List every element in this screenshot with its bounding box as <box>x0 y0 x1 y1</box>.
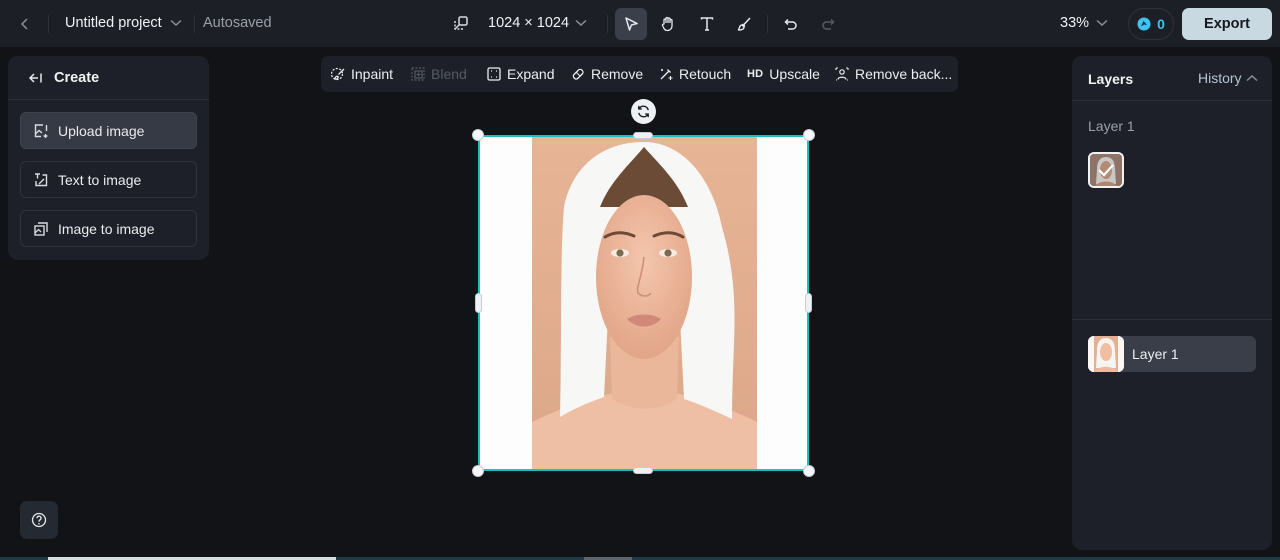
select-tool-button[interactable] <box>615 8 647 40</box>
resize-handle-bottom-right[interactable] <box>803 465 815 477</box>
undo-button[interactable] <box>775 8 807 40</box>
divider <box>767 15 768 33</box>
brush-tool-button[interactable] <box>728 8 760 40</box>
text-to-image-label: Text to image <box>58 171 142 188</box>
text-to-image-icon <box>33 172 49 188</box>
eraser-icon <box>571 67 585 81</box>
resize-handle-right[interactable] <box>805 293 812 313</box>
help-icon <box>31 512 47 528</box>
credits-count: 0 <box>1157 16 1165 32</box>
divider <box>48 15 49 33</box>
retouch-wand-icon <box>659 67 673 81</box>
chevron-down-icon[interactable] <box>573 15 589 31</box>
back-chevron-icon[interactable] <box>14 12 36 36</box>
remove-background-icon <box>835 67 849 81</box>
redo-button[interactable] <box>812 8 844 40</box>
checkmark-icon <box>1097 163 1115 177</box>
hand-tool-button[interactable] <box>652 8 684 40</box>
divider <box>194 15 195 33</box>
layer-thumbnail <box>1088 336 1124 372</box>
rotate-icon <box>636 104 651 119</box>
layers-panel: Layers History Layer 1 Layer 1 <box>1072 56 1272 550</box>
resize-handle-top-right[interactable] <box>803 129 815 141</box>
upscale-button[interactable]: HD Upscale <box>747 56 820 92</box>
create-panel-title: Create <box>54 69 100 86</box>
brush-icon <box>736 16 752 32</box>
image-to-image-button[interactable]: Image to image <box>20 210 197 247</box>
hand-icon <box>660 16 676 32</box>
upload-image-label: Upload image <box>58 122 145 139</box>
image-to-image-icon <box>33 221 49 237</box>
resize-handle-top[interactable] <box>633 132 653 139</box>
layer-row[interactable]: Layer 1 <box>1088 336 1256 372</box>
retouch-label: Retouch <box>679 66 732 82</box>
chevron-down-icon[interactable] <box>168 15 184 31</box>
remove-button[interactable]: Remove <box>571 56 643 92</box>
layer-group-label: Layer 1 <box>1088 118 1135 134</box>
remove-background-label: Remove back... <box>855 66 953 82</box>
portrait-photo <box>532 137 757 469</box>
expand-label: Expand <box>507 66 555 82</box>
edit-toolbar: Inpaint Blend Expand Remove Retouch HD U… <box>321 56 958 92</box>
tab-history-label: History <box>1198 70 1242 86</box>
tab-layers[interactable]: Layers <box>1088 71 1133 87</box>
redo-icon <box>820 16 836 32</box>
pointer-icon <box>623 16 639 32</box>
text-icon <box>699 16 715 32</box>
collapse-panel-icon[interactable] <box>28 71 44 85</box>
upload-image-button[interactable]: Upload image <box>20 112 197 149</box>
help-button[interactable] <box>20 501 58 539</box>
undo-icon <box>783 16 799 32</box>
credits-icon <box>1137 17 1151 31</box>
divider <box>607 15 608 33</box>
chevron-up-icon <box>1246 74 1258 82</box>
layer-name: Layer 1 <box>1132 346 1179 362</box>
resize-handle-bottom-left[interactable] <box>472 465 484 477</box>
export-button[interactable]: Export <box>1182 8 1272 40</box>
layer-thumbnail-selected[interactable] <box>1088 152 1124 188</box>
inpaint-label: Inpaint <box>351 66 394 82</box>
resize-handle-left[interactable] <box>475 293 482 313</box>
top-bar: Untitled project Autosaved 1024 × 1024 3… <box>0 0 1280 47</box>
rotate-button[interactable] <box>631 99 656 124</box>
remove-label: Remove <box>591 66 644 82</box>
text-tool-button[interactable] <box>691 8 723 40</box>
divider <box>1072 319 1272 320</box>
remove-background-button[interactable]: Remove back... <box>835 56 952 92</box>
blend-label: Blend <box>431 66 467 82</box>
canvas-image[interactable] <box>478 135 809 471</box>
inpaint-button[interactable]: Inpaint <box>331 56 393 92</box>
expand-icon <box>487 67 501 81</box>
blend-button[interactable]: Blend <box>411 56 467 92</box>
canvas-selection[interactable] <box>472 129 815 477</box>
retouch-button[interactable]: Retouch <box>659 56 731 92</box>
image-to-image-label: Image to image <box>58 220 155 237</box>
resize-canvas-icon[interactable] <box>451 13 471 33</box>
layers-panel-header: Layers History <box>1072 56 1272 101</box>
canvas-size-selector[interactable]: 1024 × 1024 <box>488 15 569 31</box>
upscale-label: Upscale <box>769 66 820 82</box>
create-panel-header[interactable]: Create <box>8 56 209 100</box>
chevron-down-icon[interactable] <box>1094 15 1110 31</box>
save-status: Autosaved <box>203 15 272 31</box>
credits-badge[interactable]: 0 <box>1128 8 1174 40</box>
resize-handle-bottom[interactable] <box>633 467 653 474</box>
text-to-image-button[interactable]: Text to image <box>20 161 197 198</box>
hd-icon: HD <box>747 68 764 80</box>
inpaint-icon <box>331 67 345 81</box>
expand-button[interactable]: Expand <box>487 56 554 92</box>
project-title[interactable]: Untitled project <box>65 15 162 31</box>
create-panel: Create Upload image Text to image Image … <box>8 56 209 260</box>
blend-icon <box>411 67 425 81</box>
upload-image-icon <box>33 123 49 139</box>
tab-history[interactable]: History <box>1198 70 1258 86</box>
resize-handle-top-left[interactable] <box>472 129 484 141</box>
zoom-level[interactable]: 33% <box>1060 15 1089 31</box>
